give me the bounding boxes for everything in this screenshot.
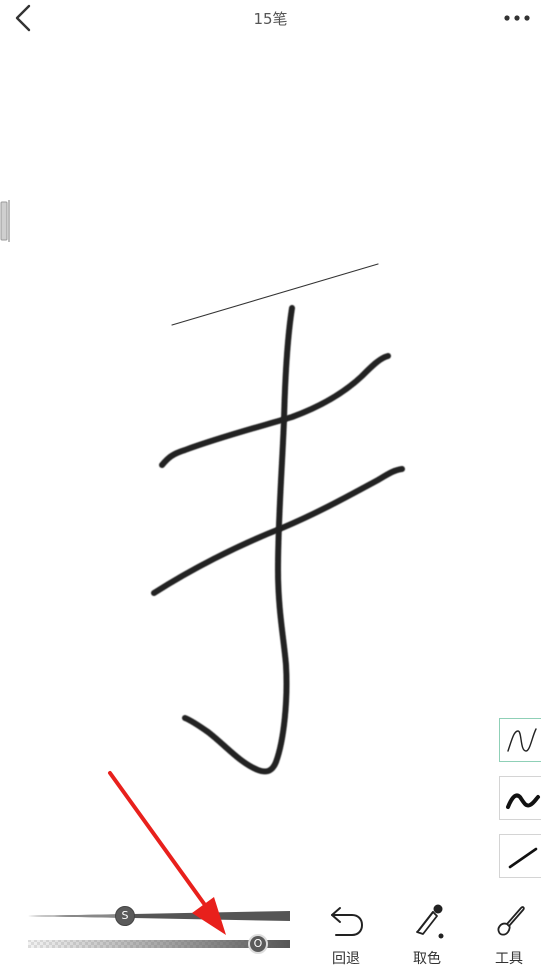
more-dots-icon	[504, 15, 530, 21]
paintbrush-icon	[497, 906, 525, 936]
undo-button[interactable]: 回退	[316, 898, 376, 967]
ink-stroke	[171, 263, 379, 326]
eyedropper-icon	[416, 904, 444, 939]
undo-label: 回退	[332, 951, 360, 967]
size-slider-track	[28, 911, 290, 921]
ink-stroke	[182, 305, 295, 775]
size-slider-knob[interactable]: S	[115, 906, 135, 926]
drawing-canvas[interactable]	[0, 44, 541, 894]
size-knob-label: S	[121, 909, 129, 922]
opacity-slider[interactable]: O	[28, 933, 290, 955]
tools-label: 工具	[495, 951, 523, 967]
brush-brush-pen-button[interactable]	[499, 776, 541, 820]
top-bar: 15笔	[0, 0, 541, 44]
tools-button[interactable]: 工具	[479, 898, 539, 967]
brush-size-slider[interactable]: S	[28, 905, 290, 927]
opacity-knob-label: O	[253, 937, 263, 950]
undo-icon	[331, 907, 364, 936]
straight-line-icon	[508, 847, 538, 869]
color-picker-label: 取色	[413, 951, 441, 967]
drawing-strokes	[151, 263, 405, 775]
ink-stroke	[159, 353, 391, 468]
bold-wave-icon	[506, 793, 540, 809]
page-title: 15笔	[253, 10, 288, 28]
thin-wave-icon	[507, 728, 537, 752]
more-options-button[interactable]	[499, 4, 535, 32]
color-picker-button[interactable]: 取色	[397, 898, 457, 967]
opacity-slider-knob[interactable]: O	[248, 934, 268, 954]
brush-thin-pen-button[interactable]	[499, 718, 541, 762]
brush-line-pen-button[interactable]	[499, 834, 541, 878]
